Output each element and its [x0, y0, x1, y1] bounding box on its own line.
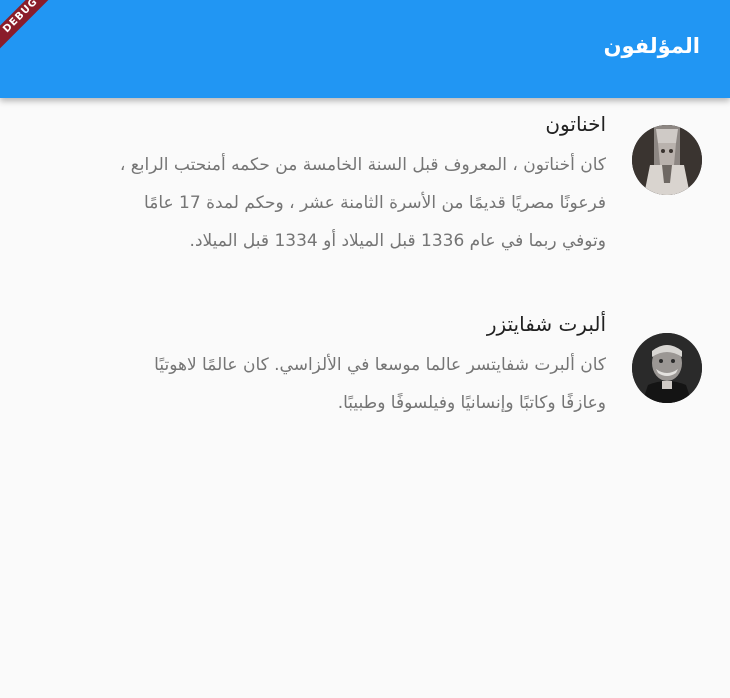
author-bio: كان ألبرت شفايتسر عالما موسعا في الألزاس…: [154, 355, 606, 413]
author-name: ألبرت شفايتزر: [486, 312, 606, 336]
author-avatar: [632, 333, 702, 403]
author-bio: كان أخناتون ، المعروف قبل السنة الخامسة …: [119, 155, 606, 251]
author-avatar: [632, 125, 702, 195]
akhenaten-portrait-icon: [632, 125, 702, 195]
author-name: اخناتون: [545, 112, 606, 136]
schweitzer-portrait-icon: [632, 333, 702, 403]
app-bar: المؤلفون: [0, 0, 730, 98]
page-title: المؤلفون: [603, 34, 700, 58]
